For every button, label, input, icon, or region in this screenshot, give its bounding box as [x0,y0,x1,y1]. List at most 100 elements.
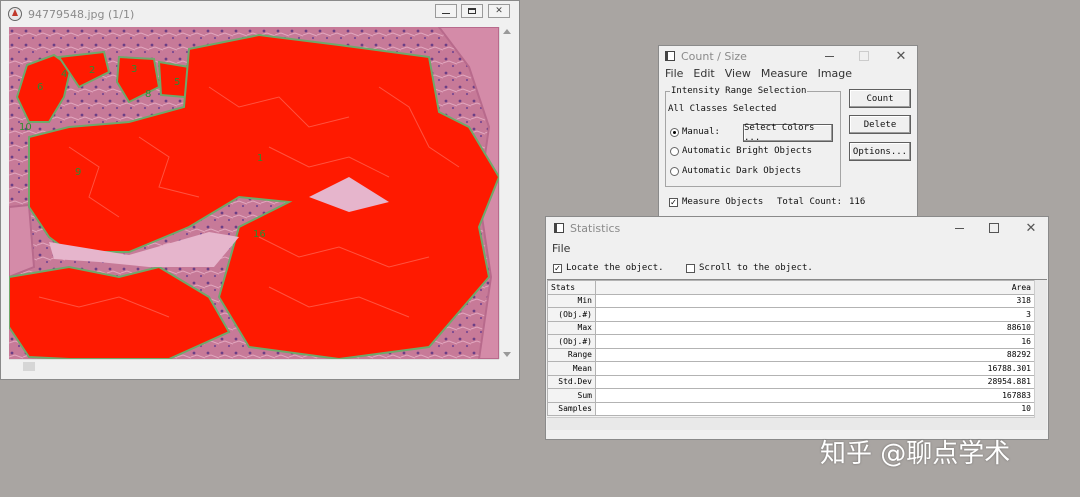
close-icon: ✕ [1025,220,1037,236]
watermark: 知乎 @聊点学术 [820,439,1011,469]
minimize-icon [442,13,450,14]
object-label: 6 [37,82,43,93]
menu-file[interactable]: File [665,67,683,80]
menu-measure[interactable]: Measure [761,67,808,80]
close-button[interactable]: ✕ [881,46,921,66]
object-label: 10 [19,122,32,133]
scroll-down-icon[interactable] [503,352,511,357]
row-value: 10 [595,401,1035,416]
close-button[interactable]: ✕ [488,4,510,18]
row-value: 3 [595,307,1035,322]
minimize-button[interactable] [435,4,457,18]
scroll-object-label: Scroll to the object. [699,263,813,273]
window-icon [665,51,675,61]
count-button[interactable]: Count [849,89,911,108]
maximize-button[interactable] [844,46,884,66]
row-label: Std.Dev [547,374,596,389]
object-label: 3 [131,64,137,75]
measure-objects-label: Measure Objects [682,197,764,207]
window-icon [554,223,564,233]
row-label: Sum [547,388,596,403]
intensity-range-title: Intensity Range Selection [670,86,808,96]
select-colors-button[interactable]: Select Colors ... [743,123,833,143]
minimize-button[interactable] [939,218,979,238]
locate-object-checkbox[interactable]: ✓ [553,264,562,273]
object-label: 5 [174,77,180,88]
object-label: 2 [89,65,95,76]
statistics-window: Statistics ✕ File ✓ Locate the object. S… [545,216,1049,440]
manual-label: Manual: [682,127,720,137]
row-label: Range [547,347,596,362]
minimize-button[interactable] [809,46,849,66]
statistics-menubar: File [546,242,1048,255]
auto-dark-radio[interactable] [670,167,679,176]
scroll-object-checkbox[interactable] [686,264,695,273]
menu-file[interactable]: File [552,242,570,255]
row-value: 28954.881 [595,374,1035,389]
table-row[interactable]: (Obj.#) 3 [547,307,1035,322]
close-button[interactable]: ✕ [1011,218,1051,238]
image-window-title: 94779548.jpg (1/1) [28,7,135,21]
auto-bright-radio[interactable] [670,147,679,156]
maximize-icon [859,51,869,61]
row-label: Max [547,320,596,335]
row-label: Samples [547,401,596,416]
row-value: 88610 [595,320,1035,335]
horizontal-scrollbar[interactable] [9,359,499,374]
close-icon: ✕ [495,6,503,16]
menu-image[interactable]: Image [818,67,852,80]
row-label: (Obj.#) [547,334,596,349]
row-value: 16 [595,334,1035,349]
count-size-title: Count / Size [681,49,747,63]
close-icon: ✕ [895,48,907,64]
object-label: 9 [75,167,81,178]
header-area: Area [595,280,1035,295]
statistics-title: Statistics [570,221,621,235]
options-button[interactable]: Options... [849,142,911,161]
micrograph-canvas[interactable]: 4 2 3 5 6 8 10 1 9 16 [9,27,499,359]
object-label: 1 [257,153,263,164]
total-count-label: Total Count: [777,197,843,207]
table-horizontal-scrollbar[interactable] [547,417,1035,430]
row-label: Mean [547,361,596,376]
manual-radio[interactable] [670,128,679,137]
statistics-table: Stats Area Min 318 (Obj.#) 3 Max 88610 (Obj… [547,280,1035,416]
measure-objects-checkbox[interactable]: ✓ [669,198,678,207]
scroll-thumb[interactable] [23,362,35,371]
vertical-scrollbar[interactable] [499,27,514,359]
row-label: (Obj.#) [547,307,596,322]
table-row[interactable]: (Obj.#) 16 [547,334,1035,349]
table-row[interactable]: Std.Dev 28954.881 [547,374,1035,389]
classes-selected-text: All Classes Selected [668,104,777,114]
menu-edit[interactable]: Edit [693,67,714,80]
table-row[interactable]: Range 88292 [547,347,1035,362]
header-stats: Stats [547,280,596,295]
locate-object-label: Locate the object. [566,263,664,273]
minimize-icon [954,227,964,229]
app-icon [8,7,22,21]
table-row[interactable]: Max 88610 [547,320,1035,335]
scroll-up-icon[interactable] [503,29,511,34]
table-row[interactable]: Samples 10 [547,401,1035,416]
table-row[interactable]: Min 318 [547,293,1035,308]
table-vertical-scrollbar[interactable] [1034,280,1047,430]
table-row[interactable]: Sum 167883 [547,388,1035,403]
maximize-icon [468,8,476,14]
menu-view[interactable]: View [725,67,751,80]
auto-dark-label: Automatic Dark Objects [682,166,802,176]
delete-button[interactable]: Delete [849,115,911,134]
maximize-button[interactable] [461,4,483,18]
segmented-objects [9,33,499,359]
row-value: 88292 [595,347,1035,362]
count-size-window: Count / Size ✕ File Edit View Measure Im… [658,45,918,220]
object-label: 8 [145,89,151,100]
row-label: Min [547,293,596,308]
minimize-icon [824,55,834,57]
table-row[interactable]: Mean 16788.301 [547,361,1035,376]
object-label: 4 [61,69,67,80]
maximize-icon [989,223,999,233]
row-value: 318 [595,293,1035,308]
image-window: 94779548.jpg (1/1) ✕ 4 2 3 5 6 8 10 1 9 … [0,0,520,380]
maximize-button[interactable] [974,218,1014,238]
total-count-value: 116 [849,197,866,207]
